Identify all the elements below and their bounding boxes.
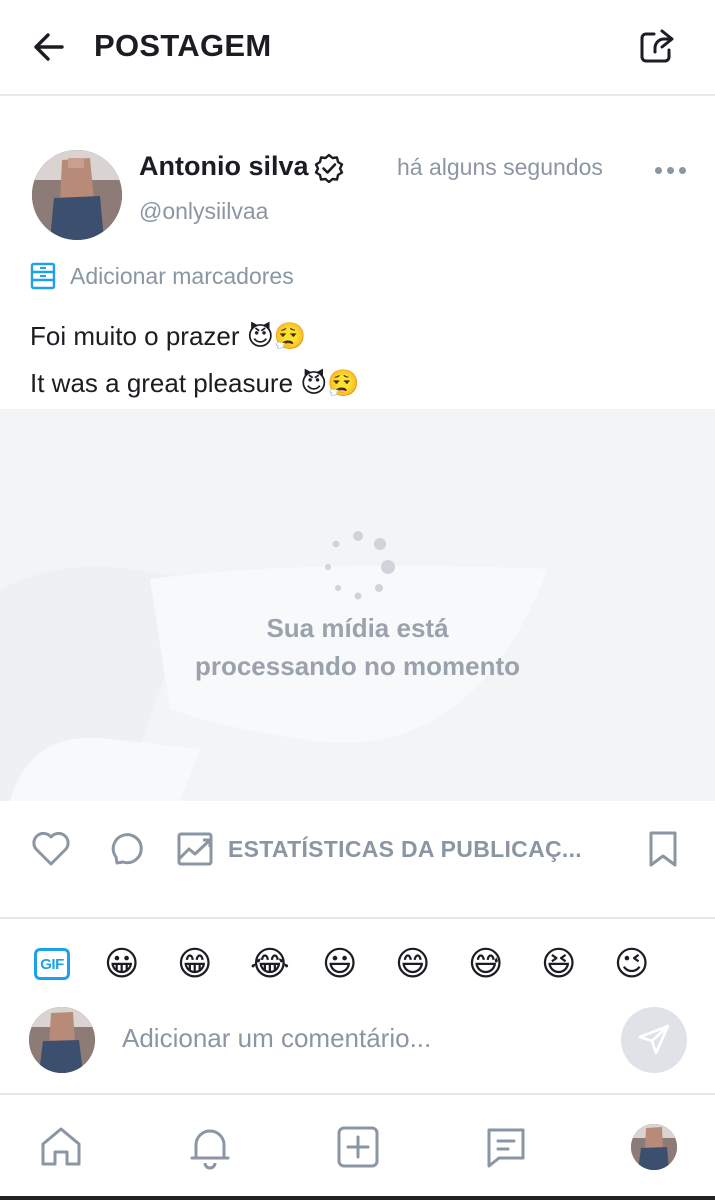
post-statistics-button[interactable]: ESTATÍSTICAS DA PUBLICAÇ... (176, 828, 582, 870)
quick-emoji-bar: GIF 😀 😁 😂 😃 😄 😅 😆 😉 (0, 938, 715, 994)
verified-badge-icon (314, 153, 344, 183)
post-timestamp: há alguns segundos (397, 154, 603, 180)
bookmark-icon (649, 831, 677, 867)
media-message-line2: processando no momento (194, 651, 521, 681)
author-name[interactable]: Antonio silva (139, 151, 309, 182)
post-text-line2: It was a great pleasure (30, 368, 294, 398)
post-text-line1-emoji: 😈😮‍💨 (246, 322, 307, 352)
media-placeholder: Sua mídia está processando no momento (0, 409, 715, 801)
emoji-button-sweat-smile[interactable]: 😅 (468, 944, 503, 984)
send-paper-plane-icon (638, 1024, 670, 1055)
emoji-button-grinning[interactable]: 😀 (104, 944, 139, 984)
post-text-line2-emoji: 😈😮‍💨 (300, 369, 360, 399)
emoji-button-wink[interactable]: 😉 (614, 944, 649, 984)
nav-profile-avatar[interactable] (631, 1124, 677, 1170)
emoji-button-laughing[interactable]: 😆 (541, 944, 576, 984)
system-gesture-bar (0, 1196, 715, 1200)
author-avatar[interactable] (32, 150, 122, 240)
post-text-line1: Foi muito o prazer (30, 321, 240, 351)
emoji-button-beaming[interactable]: 😁 (177, 944, 212, 984)
gif-button[interactable]: GIF (34, 948, 70, 980)
share-icon (640, 29, 674, 63)
post-text: Foi muito o prazer 😈😮‍💨 It was a great p… (30, 313, 360, 407)
statistics-chart-icon (177, 832, 213, 866)
bell-icon (190, 1129, 230, 1170)
nav-create-post[interactable] (334, 1123, 382, 1171)
loading-spinner-icon (325, 531, 395, 600)
share-button[interactable] (635, 24, 679, 68)
back-button[interactable] (28, 26, 70, 68)
emoji-button-smile[interactable]: 😄 (395, 944, 430, 984)
arrow-left-icon (34, 33, 64, 61)
nav-notifications[interactable] (186, 1123, 234, 1171)
emoji-button-tears-of-joy[interactable]: 😂 (250, 944, 290, 984)
nav-home[interactable] (37, 1123, 85, 1171)
author-handle[interactable]: @onlysiilvaa (139, 198, 268, 225)
more-options-icon[interactable] (650, 158, 690, 182)
bottom-navigation (0, 1093, 715, 1200)
post-statistics-label: ESTATÍSTICAS DA PUBLICAÇ... (228, 835, 582, 862)
post-actions-bar: ESTATÍSTICAS DA PUBLICAÇ... (0, 801, 715, 919)
add-bookmarks-button[interactable]: Adicionar marcadores (30, 260, 294, 292)
add-bookmarks-label: Adicionar marcadores (70, 262, 294, 289)
comment-button[interactable] (104, 828, 146, 870)
comment-input[interactable] (122, 1016, 602, 1060)
page-title: POSTAGEM (94, 28, 272, 63)
send-comment-button[interactable] (621, 1007, 687, 1073)
save-post-button[interactable] (642, 828, 684, 870)
message-icon (487, 1128, 525, 1168)
bookmark-folder-icon (30, 262, 56, 290)
nav-messages[interactable] (482, 1123, 530, 1171)
top-app-bar: POSTAGEM (0, 0, 715, 96)
media-message-line1: Sua mídia está (266, 613, 449, 643)
heart-icon (32, 831, 70, 866)
comment-bubble-icon (111, 833, 143, 865)
current-user-avatar (29, 1007, 95, 1073)
home-icon (41, 1127, 81, 1166)
like-button[interactable] (30, 828, 72, 870)
emoji-button-smiley[interactable]: 😃 (322, 944, 357, 984)
media-processing-message: Sua mídia está processando no momento (0, 609, 715, 685)
plus-square-icon (337, 1126, 379, 1168)
